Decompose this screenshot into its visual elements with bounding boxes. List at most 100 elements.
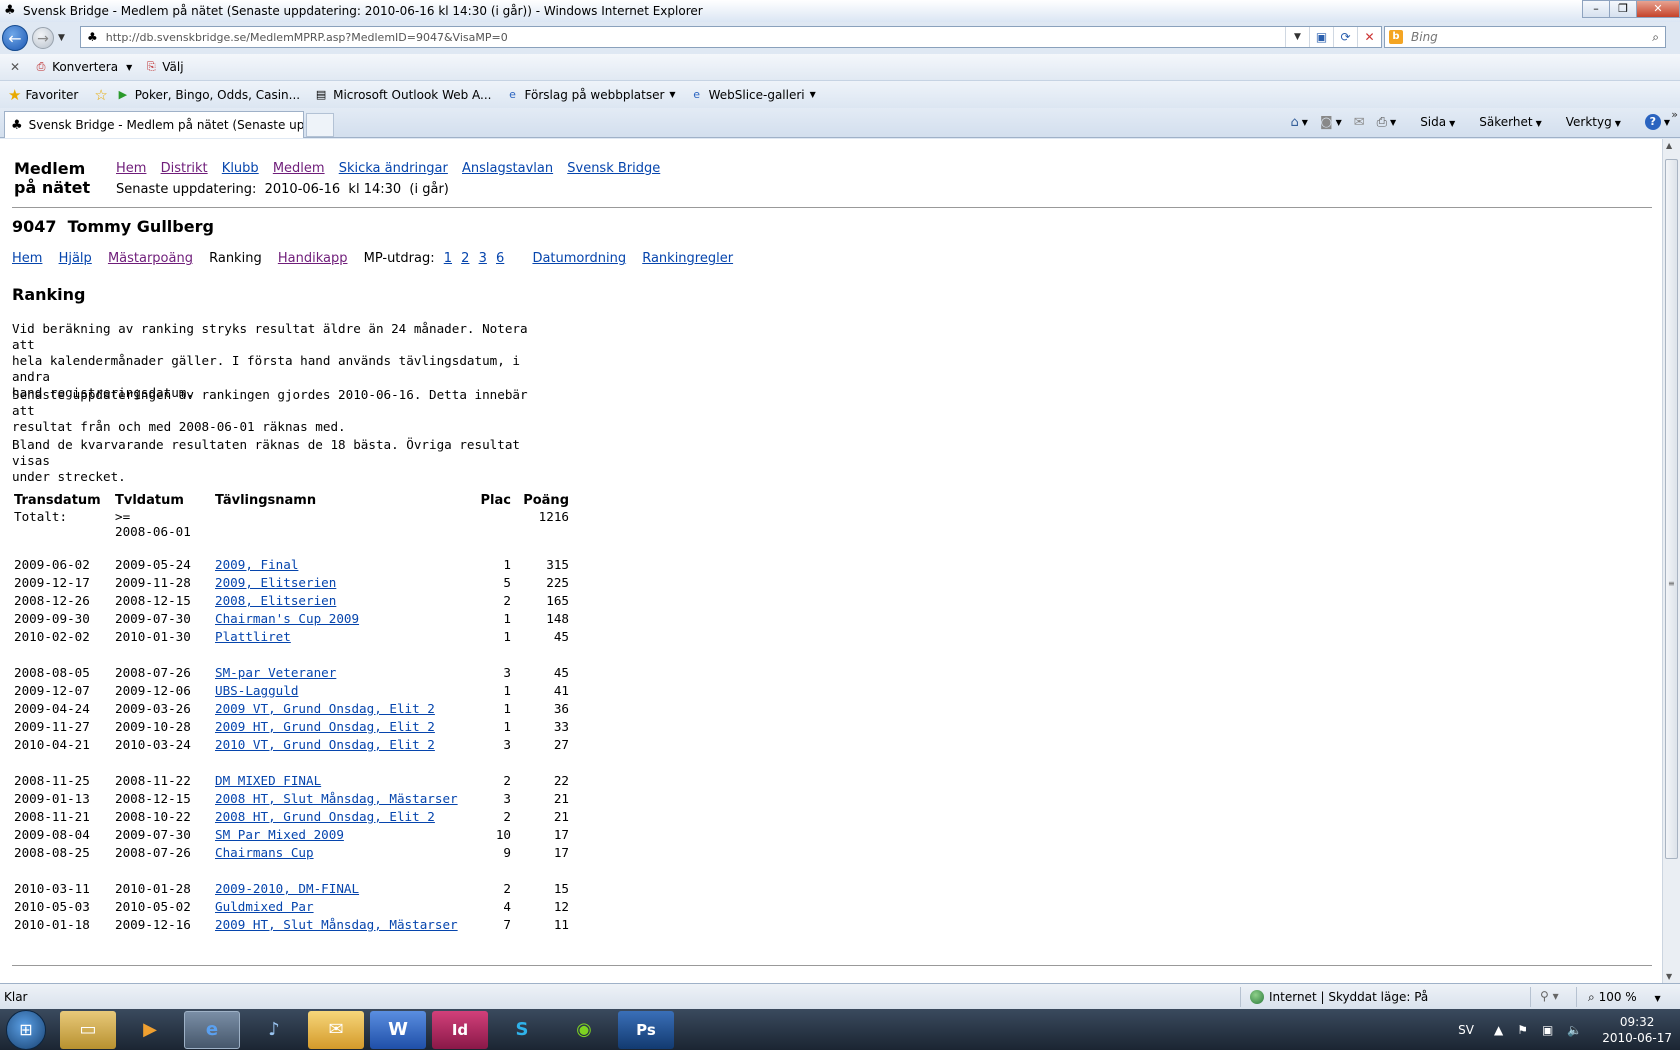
- competition-link[interactable]: 2008 HT, Grund Onsdag, Elit 2: [215, 809, 435, 824]
- nav-link-member[interactable]: Medlem: [273, 161, 325, 176]
- feeds-icon[interactable]: ◙: [1320, 115, 1333, 130]
- language-indicator[interactable]: SV: [1458, 1023, 1474, 1037]
- close-toolbar-icon[interactable]: ✕: [10, 60, 20, 74]
- competition-link[interactable]: UBS-Lagguld: [215, 683, 298, 698]
- nav-link-home[interactable]: Hem: [116, 161, 146, 176]
- search-box[interactable]: b ⌕: [1384, 26, 1666, 48]
- minimize-button[interactable]: –: [1582, 0, 1610, 18]
- competition-link[interactable]: DM MIXED FINAL: [215, 773, 321, 788]
- total-condition: >= 2008-06-01: [113, 509, 213, 539]
- skype-taskbar-button[interactable]: S: [494, 1011, 550, 1049]
- photoshop-taskbar-button[interactable]: Ps: [618, 1010, 674, 1049]
- outlook-taskbar-button[interactable]: ✉: [308, 1010, 364, 1049]
- competition-link[interactable]: 2008, Elitserien: [215, 593, 336, 608]
- fav-link-suggested-sites[interactable]: e Förslag på webbplatser ▼: [506, 88, 675, 102]
- home-icon[interactable]: ⌂: [1291, 115, 1299, 130]
- nav-link-svensk-bridge[interactable]: Svensk Bridge: [567, 161, 660, 176]
- fav-link-poker[interactable]: ▶ Poker, Bingo, Odds, Casin...: [116, 88, 301, 102]
- competition-link[interactable]: 2009 VT, Grund Onsdag, Elit 2: [215, 701, 435, 716]
- network-icon[interactable]: ▣: [1542, 1023, 1553, 1037]
- competition-link[interactable]: 2010 VT, Grund Onsdag, Elit 2: [215, 737, 435, 752]
- chevron-down-icon[interactable]: ▼: [1302, 118, 1308, 127]
- explorer-taskbar-button[interactable]: ▭: [60, 1010, 116, 1049]
- start-button[interactable]: ⊞: [6, 1009, 46, 1050]
- new-tab-button[interactable]: [306, 113, 334, 137]
- comp-name-cell: Chairmans Cup: [213, 845, 465, 863]
- compatibility-icon[interactable]: ▣: [1309, 27, 1333, 47]
- convert-button[interactable]: ⎙ Konvertera ▼: [34, 60, 133, 74]
- select-button[interactable]: ⎘ Välj: [144, 60, 184, 74]
- internet-explorer-taskbar-button[interactable]: e: [184, 1010, 240, 1049]
- competition-link[interactable]: Plattliret: [215, 629, 291, 644]
- subnav-handicap[interactable]: Handikapp: [278, 251, 348, 266]
- page-menu[interactable]: Sida ▼: [1408, 115, 1455, 129]
- competition-link[interactable]: SM Par Mixed 2009: [215, 827, 344, 842]
- chevron-down-icon[interactable]: ▼: [1336, 118, 1342, 127]
- safety-menu[interactable]: Säkerhet ▼: [1467, 115, 1541, 129]
- mail-icon[interactable]: ✉: [1354, 115, 1365, 130]
- mp-extract-link-6[interactable]: 6: [496, 251, 504, 266]
- security-zone[interactable]: Internet | Skyddat läge: På: [1250, 990, 1428, 1004]
- history-dropdown-icon[interactable]: ▼: [58, 33, 65, 43]
- spotify-taskbar-button[interactable]: ◉: [556, 1011, 612, 1049]
- competition-link[interactable]: Chairman's Cup 2009: [215, 611, 359, 626]
- mp-extract-link-1[interactable]: 1: [444, 251, 452, 266]
- close-button[interactable]: ✕: [1636, 0, 1680, 18]
- help-menu[interactable]: ? ▼: [1633, 114, 1670, 130]
- stop-icon[interactable]: ✕: [1357, 27, 1381, 47]
- competition-link[interactable]: 2009 HT, Slut Månsdag, Mästarser: [215, 917, 458, 932]
- show-hidden-icons-icon[interactable]: ▲: [1494, 1023, 1503, 1037]
- mp-extract-link-3[interactable]: 3: [479, 251, 487, 266]
- vertical-scrollbar[interactable]: ▲ ≡ ▼: [1662, 139, 1680, 983]
- zoom-control[interactable]: ⌕ 100 % ▼: [1588, 990, 1661, 1005]
- competition-link[interactable]: 2009 HT, Grund Onsdag, Elit 2: [215, 719, 435, 734]
- scroll-down-icon[interactable]: ▼: [1666, 972, 1672, 981]
- subnav-masterpoints[interactable]: Mästarpoäng: [108, 251, 193, 266]
- competition-link[interactable]: 2008 HT, Slut Månsdag, Mästarser: [215, 791, 458, 806]
- competition-link[interactable]: Guldmixed Par: [215, 899, 314, 914]
- action-center-flag-icon[interactable]: ⚑: [1517, 1023, 1528, 1037]
- subnav-ranking-rules[interactable]: Rankingregler: [642, 251, 733, 266]
- scroll-up-icon[interactable]: ▲: [1666, 141, 1672, 150]
- refresh-icon[interactable]: ⟳: [1333, 27, 1357, 47]
- nav-link-send-changes[interactable]: Skicka ändringar: [339, 161, 448, 176]
- favorites-button[interactable]: ★ Favoriter: [8, 86, 78, 104]
- protected-mode-icon[interactable]: ⚲ ▾: [1540, 989, 1559, 1003]
- scrollbar-thumb[interactable]: [1665, 159, 1678, 859]
- word-taskbar-button[interactable]: W: [370, 1010, 426, 1049]
- print-icon[interactable]: ⎙: [1377, 115, 1387, 130]
- search-input[interactable]: [1411, 30, 1641, 44]
- competition-link[interactable]: 2009, Final: [215, 557, 298, 572]
- more-chevron-icon[interactable]: »: [1671, 108, 1678, 121]
- chevron-down-icon[interactable]: ▼: [1390, 118, 1396, 127]
- media-player-taskbar-button[interactable]: ▶: [122, 1011, 178, 1049]
- back-button[interactable]: ←: [2, 25, 28, 51]
- fav-link-webslice[interactable]: e WebSlice-galleri ▼: [690, 88, 816, 102]
- fav-link-outlook[interactable]: ▤ Microsoft Outlook Web A...: [314, 88, 492, 102]
- indesign-taskbar-button[interactable]: Id: [432, 1010, 488, 1049]
- zoom-level: 100 %: [1598, 990, 1637, 1004]
- competition-link[interactable]: 2009, Elitserien: [215, 575, 336, 590]
- nav-link-district[interactable]: Distrikt: [161, 161, 208, 176]
- itunes-taskbar-button[interactable]: ♪: [246, 1011, 302, 1049]
- tab-active[interactable]: ♣ Svensk Bridge - Medlem på nätet (Senas…: [4, 111, 304, 138]
- address-bar[interactable]: ♣ ▼ ▣ ⟳ ✕: [80, 26, 1382, 48]
- subnav-home[interactable]: Hem: [12, 251, 42, 266]
- tools-menu[interactable]: Verktyg ▼: [1554, 115, 1621, 129]
- mp-extract-link-2[interactable]: 2: [461, 251, 469, 266]
- forward-button[interactable]: →: [32, 27, 54, 49]
- url-input[interactable]: [105, 30, 1226, 44]
- competition-link[interactable]: 2009-2010, DM-FINAL: [215, 881, 359, 896]
- subnav-help[interactable]: Hjälp: [59, 251, 92, 266]
- search-icon[interactable]: ⌕: [1652, 30, 1659, 45]
- nav-link-bulletin-board[interactable]: Anslagstavlan: [462, 161, 553, 176]
- address-dropdown-icon[interactable]: ▼: [1285, 27, 1309, 47]
- competition-link[interactable]: Chairmans Cup: [215, 845, 314, 860]
- nav-link-club[interactable]: Klubb: [222, 161, 259, 176]
- maximize-button[interactable]: ❐: [1609, 0, 1637, 18]
- add-favorite-icon[interactable]: ☆: [94, 86, 107, 104]
- volume-icon[interactable]: 🔈: [1567, 1023, 1582, 1037]
- clock[interactable]: 09:32 2010-06-17: [1602, 1014, 1672, 1046]
- competition-link[interactable]: SM-par Veteraner: [215, 665, 336, 680]
- subnav-date-order[interactable]: Datumordning: [532, 251, 626, 266]
